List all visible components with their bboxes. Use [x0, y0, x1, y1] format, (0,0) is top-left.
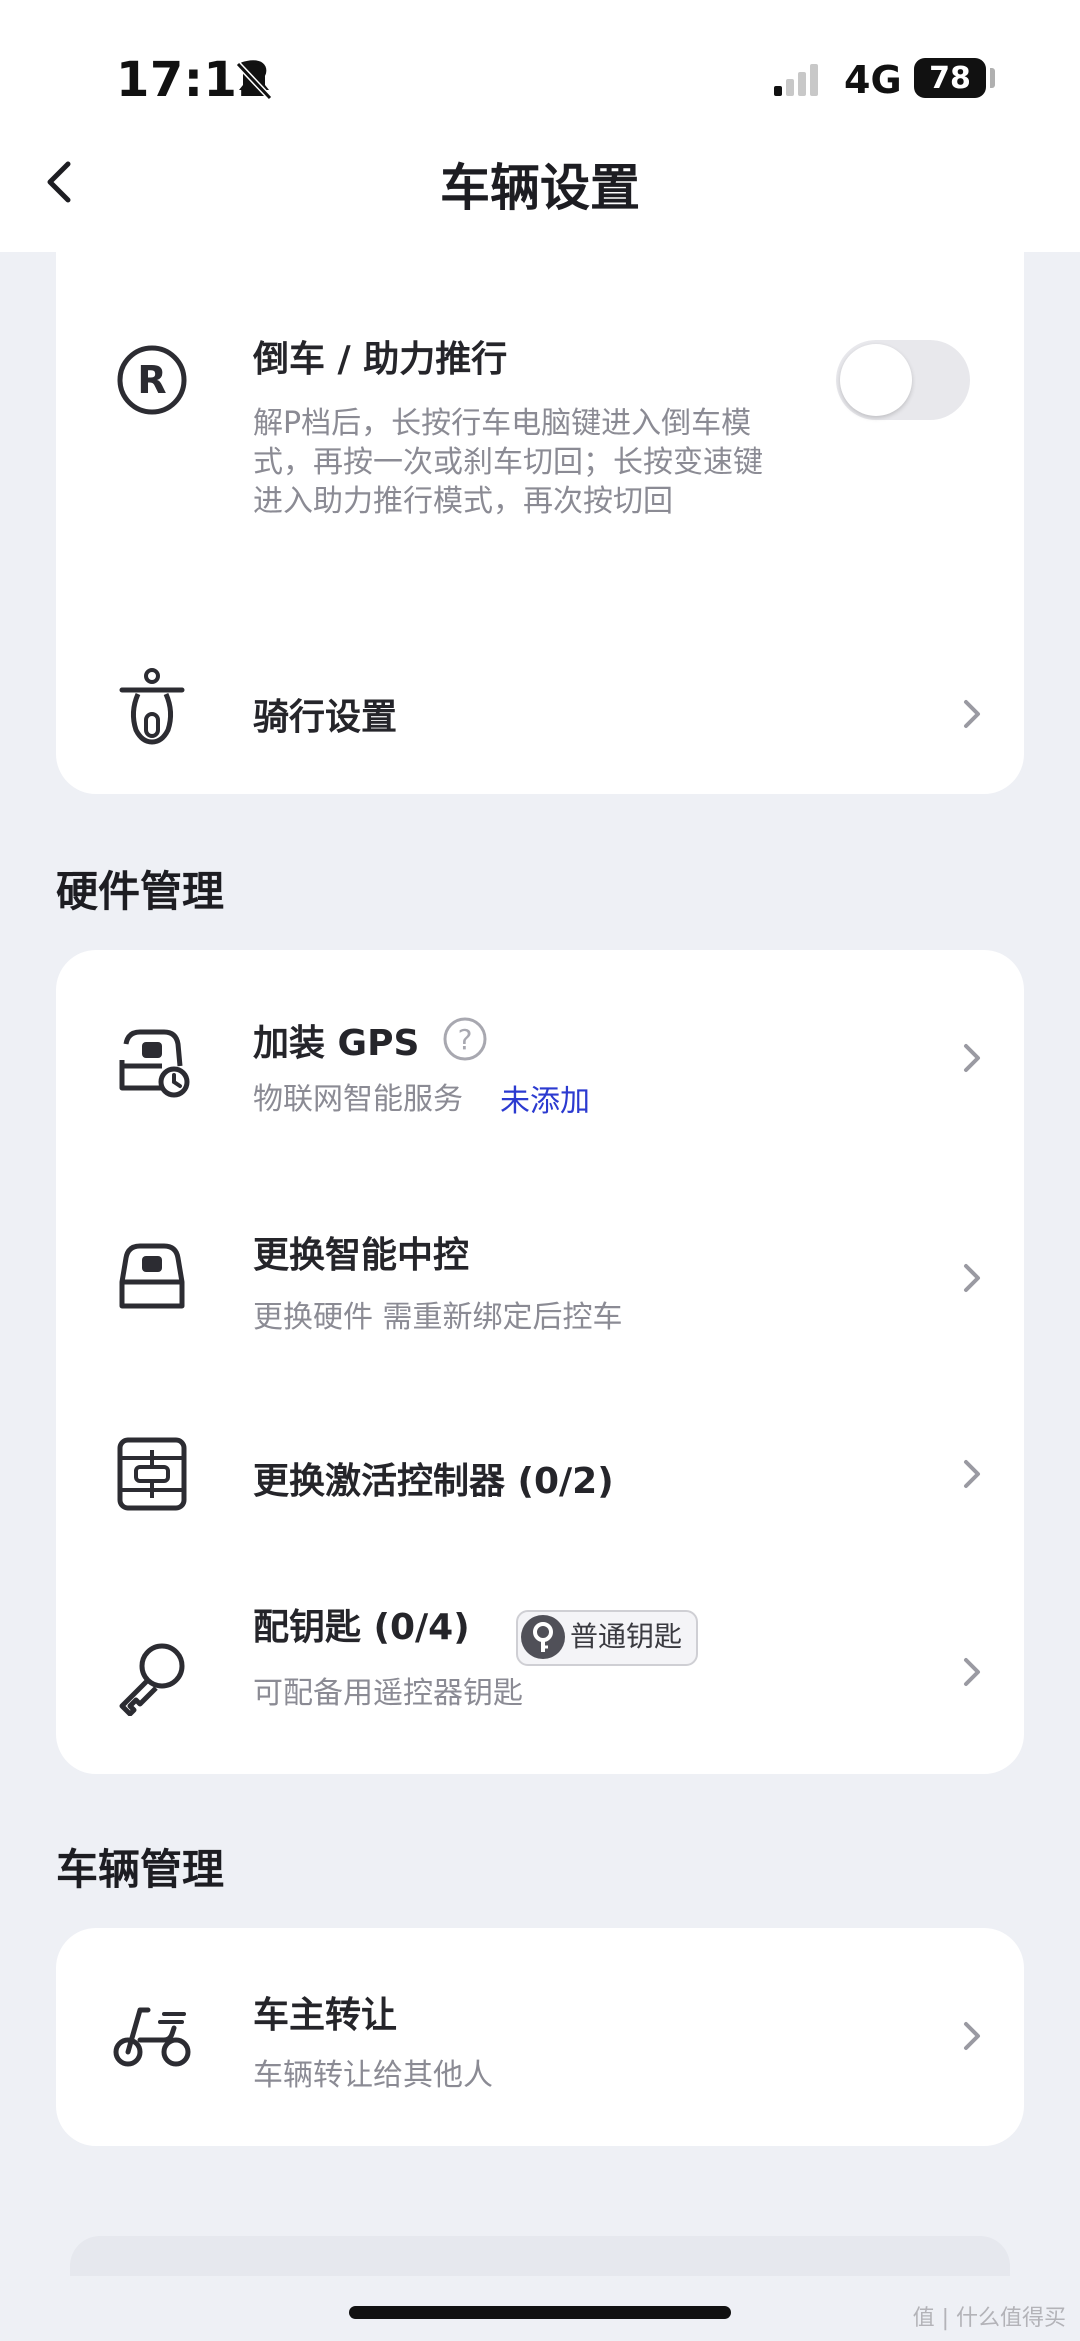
help-circle-icon[interactable]: ?	[442, 1016, 488, 1062]
top-header: 17:12 4G 78 车辆设置	[0, 0, 1080, 252]
controller-icon	[117, 1437, 187, 1511]
owner-transfer-title: 车主转让	[253, 1995, 398, 2036]
chevron-right-icon	[964, 2022, 980, 2050]
reverse-assist-row: R 倒车 / 助力推行 解P档后，长按行车电脑键进入倒车模式，再按一次或刹车切回…	[56, 238, 1024, 568]
help-mark: ?	[458, 1023, 473, 1056]
chevron-right-icon	[964, 1044, 980, 1072]
reverse-r-icon: R	[117, 345, 187, 415]
gps-subtitle: 物联网智能服务	[253, 1082, 463, 1117]
key-icon	[119, 1643, 185, 1716]
controller-row[interactable]: 更换激活控制器 (0/2)	[56, 1388, 1024, 1560]
chevron-right-icon	[964, 1460, 980, 1488]
chevron-right-icon	[964, 1264, 980, 1292]
gps-status-link[interactable]: 未添加	[500, 1076, 590, 1120]
key-row[interactable]: 配钥匙 (0/4) 可配备用遥控器钥匙	[56, 1560, 1024, 1774]
reverse-title: 倒车 / 助力推行	[253, 339, 508, 380]
owner-transfer-row[interactable]: 车主转让 车辆转让给其他人	[56, 1928, 1024, 2146]
battery-tip	[990, 68, 995, 88]
reverse-description: 解P档后，长按行车电脑键进入倒车模式，再按一次或刹车切回；长按变速键进入助力推行…	[253, 406, 763, 519]
central-control-title: 更换智能中控	[253, 1235, 470, 1276]
scooter-front-icon	[119, 668, 185, 745]
gps-title: 加装 GPS	[253, 1023, 420, 1064]
signal-icon	[774, 64, 818, 96]
chevron-right-icon	[964, 700, 980, 728]
toggle-knob	[840, 344, 912, 416]
vehicle-settings-card: R 倒车 / 助力推行 解P档后，长按行车电脑键进入倒车模式，再按一次或刹车切回…	[56, 238, 1024, 794]
riding-settings-row[interactable]: 骑行设置	[56, 638, 1024, 794]
scooter-side-icon	[113, 2007, 191, 2067]
hardware-card: 加装 GPS ? 物联网智能服务 未添加 更换智能中控 更换硬件 需重新绑定后控…	[56, 950, 1024, 1774]
watermark: 值 | 什么值得买	[912, 2306, 1066, 2331]
central-control-subtitle: 更换硬件 需重新绑定后控车	[253, 1300, 623, 1335]
home-indicator[interactable]	[349, 2306, 731, 2319]
riding-settings-title: 骑行设置	[253, 697, 398, 738]
chevron-right-icon	[964, 1658, 980, 1686]
key-title: 配钥匙 (0/4)	[253, 1607, 470, 1648]
key-badge-icon	[521, 1615, 565, 1659]
vehicle-management-card: 车主转让 车辆转让给其他人	[56, 1928, 1024, 2146]
vehicle-section-title: 车辆管理	[56, 1845, 225, 1894]
owner-transfer-subtitle: 车辆转让给其他人	[253, 2058, 493, 2093]
central-control-row[interactable]: 更换智能中控 更换硬件 需重新绑定后控车	[56, 1166, 1024, 1388]
control-box-icon	[119, 1243, 185, 1309]
battery-indicator: 78	[914, 58, 986, 98]
page-title: 车辆设置	[440, 159, 640, 217]
controller-title: 更换激活控制器 (0/2)	[253, 1461, 614, 1502]
svg-text:R: R	[137, 358, 166, 402]
network-type: 4G	[844, 58, 902, 102]
reverse-toggle[interactable]	[836, 340, 970, 420]
key-subtitle: 可配备用遥控器钥匙	[253, 1676, 523, 1711]
hardware-section-title: 硬件管理	[56, 867, 225, 916]
key-badge-label: 普通钥匙	[570, 1620, 683, 1653]
key-type-badge: 普通钥匙	[516, 1610, 699, 1666]
gps-device-icon	[119, 1029, 190, 1098]
mute-bell-icon	[235, 61, 273, 101]
gps-row[interactable]: 加装 GPS ? 物联网智能服务 未添加	[56, 950, 1024, 1166]
next-card-peek	[70, 2236, 1010, 2276]
